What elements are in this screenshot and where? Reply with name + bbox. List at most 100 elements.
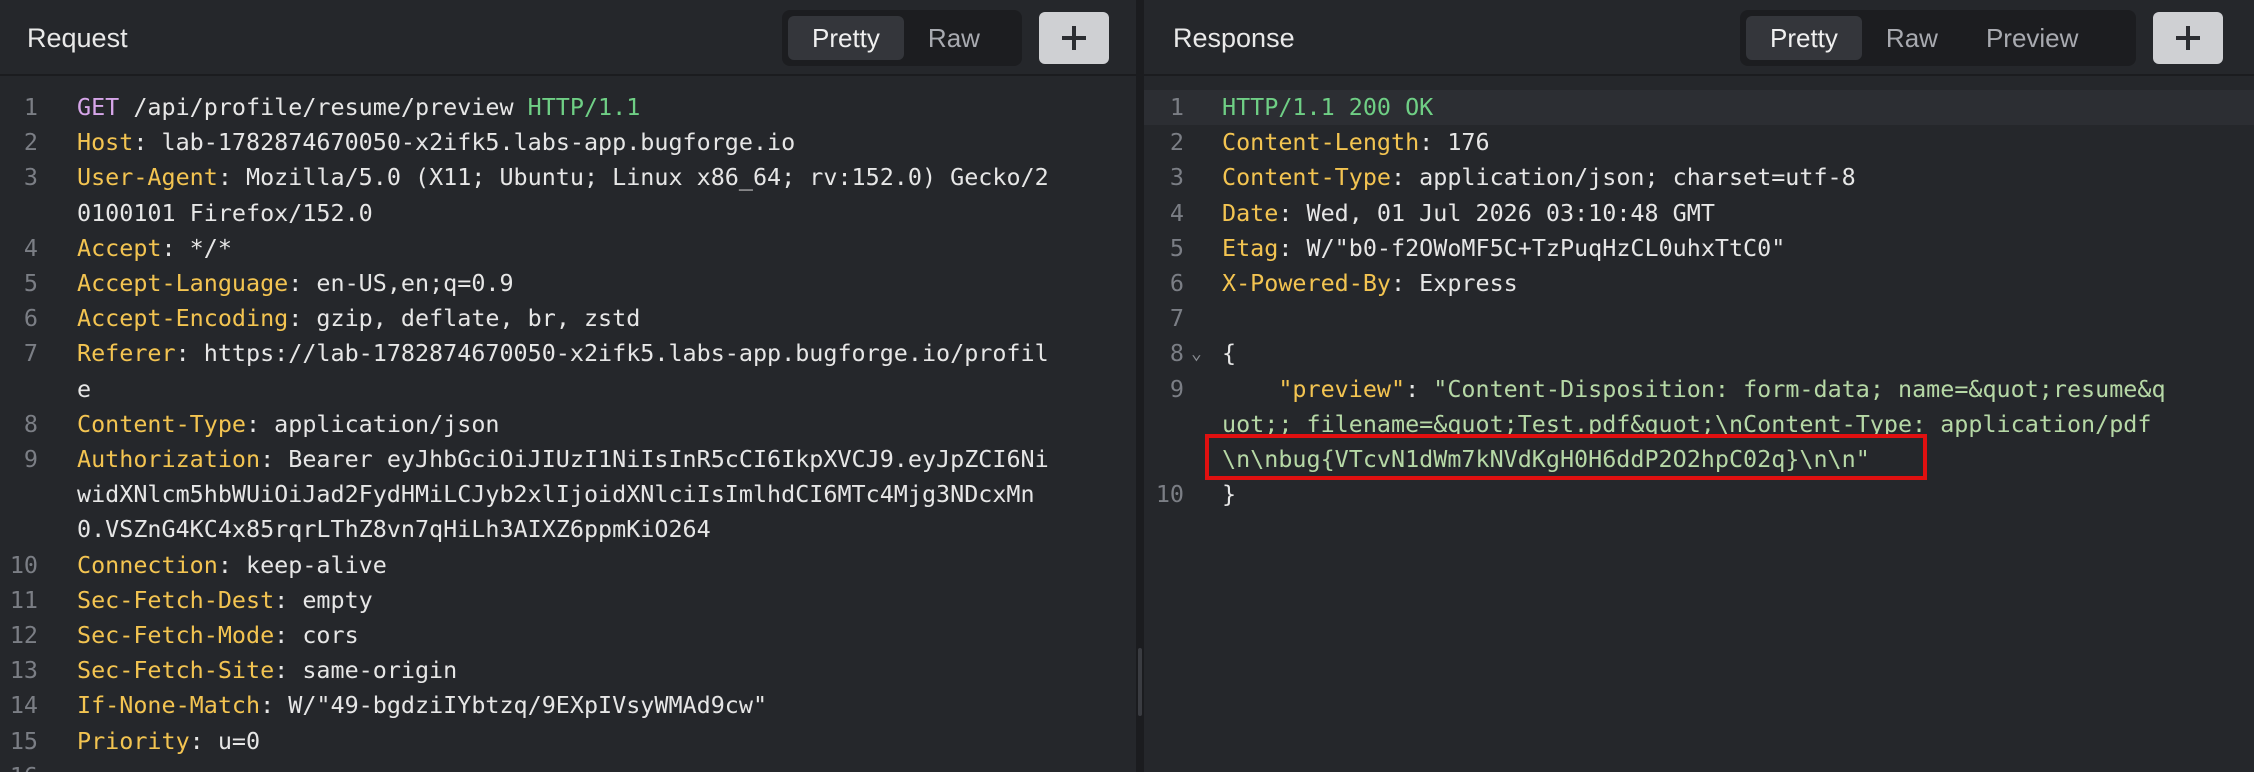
line-number: 11 bbox=[9, 585, 38, 614]
line-number: 9 bbox=[1169, 374, 1184, 403]
code-line: 10 Connection: keep-alive bbox=[0, 548, 1136, 583]
code-text: Content-Length: 176 bbox=[1222, 125, 1490, 160]
line-number: 4 bbox=[23, 233, 38, 262]
code-token: : keep-alive bbox=[217, 550, 387, 579]
line-number: 7 bbox=[23, 339, 38, 368]
code-line: 3 Content-Type: application/json; charset… bbox=[1144, 160, 2254, 195]
code-line: 0.VSZnG4KC4x85rqrLThZ8vn7qHiLh3AIXZ6ppmK… bbox=[0, 512, 1136, 547]
line-number: 15 bbox=[9, 726, 38, 755]
line-number: 7 bbox=[1169, 304, 1184, 333]
code-token: Host bbox=[77, 128, 134, 157]
code-line: widXNlcm5hbWUiOiJad2FydHMiLCJyb2xlIjoidX… bbox=[0, 477, 1136, 512]
code-token: Etag bbox=[1222, 233, 1279, 262]
code-token: /api/profile/resume/preview bbox=[119, 93, 528, 121]
code-token: Authorization bbox=[77, 445, 261, 473]
code-token: : W/"49-bgdziIYbtzq/9EXpIVsyWMAd9cw" bbox=[260, 691, 768, 720]
tab-pretty[interactable]: Pretty bbox=[1746, 16, 1862, 60]
code-token: Sec-Fetch-Mode bbox=[77, 621, 275, 649]
plus-icon bbox=[1062, 26, 1086, 50]
code-line: 16 bbox=[0, 759, 1136, 772]
line-number: 6 bbox=[23, 304, 38, 333]
code-line: 6 Accept-Encoding: gzip, deflate, br, zst… bbox=[0, 301, 1136, 336]
line-number: 5 bbox=[1169, 233, 1184, 262]
response-add-button[interactable] bbox=[2153, 12, 2223, 64]
code-text: { bbox=[1222, 336, 1236, 371]
code-token: e bbox=[77, 374, 92, 403]
code-token: Content-Type bbox=[77, 409, 246, 438]
code-token: Sec-Fetch-Dest bbox=[77, 585, 275, 614]
code-token: User-Agent bbox=[77, 163, 218, 192]
code-line: 5 Etag: W/"b0-f2OWoMF5C+TzPuqHzCL0uhxTtC0… bbox=[1144, 231, 2254, 266]
code-text: Host: lab-1782874670050-x2ifk5.labs-app.… bbox=[77, 125, 795, 160]
code-token: widXNlcm5hbWUiOiJad2FydHMiLCJyb2xlIjoidX… bbox=[77, 480, 1035, 509]
response-view-tabs: Pretty Raw Preview bbox=[1740, 10, 2136, 66]
code-text: Connection: keep-alive bbox=[77, 548, 387, 583]
code-token: 0100101 Firefox/152.0 bbox=[77, 198, 373, 227]
code-token: : Mozilla/5.0 (X11; Ubuntu; Linux x86_64… bbox=[217, 163, 1049, 192]
code-token: Priority bbox=[77, 726, 190, 755]
line-number: 8 bbox=[1169, 339, 1184, 368]
code-line: 4 Accept: */* bbox=[0, 231, 1136, 266]
code-token: Accept bbox=[77, 233, 162, 262]
code-token: : bbox=[1405, 374, 1434, 403]
code-text: Accept: */* bbox=[77, 231, 232, 266]
code-token: } bbox=[1222, 480, 1237, 509]
code-token: "Content-Disposition: form-data; name=&q… bbox=[1433, 374, 2166, 403]
code-text: Etag: W/"b0-f2OWoMF5C+TzPuqHzCL0uhxTtC0" bbox=[1222, 231, 1785, 266]
tab-pretty[interactable]: Pretty bbox=[788, 16, 904, 60]
code-token: Content-Type bbox=[1222, 163, 1391, 192]
code-line: 7 Referer: https://lab-1782874670050-x2if… bbox=[0, 336, 1136, 371]
code-text: Sec-Fetch-Site: same-origin bbox=[77, 653, 457, 688]
code-line: 9 "preview": "Content-Disposition: form-… bbox=[1144, 372, 2254, 407]
code-token: "preview" bbox=[1278, 374, 1406, 403]
code-text: e bbox=[77, 372, 91, 407]
response-title: Response bbox=[1173, 23, 1295, 53]
code-token: If-None-Match bbox=[77, 691, 261, 720]
code-token: Accept-Encoding bbox=[77, 304, 289, 333]
code-text: Content-Type: application/json bbox=[77, 407, 499, 442]
request-header: Request Pretty Raw bbox=[0, 0, 1136, 76]
request-add-button[interactable] bbox=[1039, 12, 1109, 64]
code-token: : application/json; charset=utf-8 bbox=[1391, 163, 1856, 192]
code-token: : */* bbox=[161, 233, 232, 262]
response-editor[interactable]: 1 HTTP/1.1 200 OK 2 Content-Length: 176 3 Con… bbox=[1144, 76, 2254, 772]
code-token: { bbox=[1222, 339, 1237, 368]
code-line: 3 User-Agent: Mozilla/5.0 (X11; Ubuntu; L… bbox=[0, 160, 1136, 195]
tab-raw[interactable]: Raw bbox=[1862, 16, 1962, 60]
tab-raw[interactable]: Raw bbox=[904, 16, 1004, 60]
tab-preview[interactable]: Preview bbox=[1962, 16, 2102, 60]
code-token: 0.VSZnG4KC4x85rqrLThZ8vn7qHiLh3AIXZ6ppmK… bbox=[77, 515, 711, 544]
response-panel: Response Pretty Raw Preview 1 HTTP/1.1 200 … bbox=[1144, 0, 2254, 772]
code-text: Referer: https://lab-1782874670050-x2ifk… bbox=[77, 336, 1049, 371]
code-text: Sec-Fetch-Mode: cors bbox=[77, 618, 359, 653]
line-number: 2 bbox=[23, 128, 38, 157]
line-number: 3 bbox=[1169, 163, 1184, 192]
code-text: Priority: u=0 bbox=[77, 724, 260, 759]
code-line: e bbox=[0, 372, 1136, 407]
code-token: Date bbox=[1222, 198, 1279, 227]
line-number: 9 bbox=[23, 445, 38, 473]
code-line: 9 Authorization: Bearer eyJhbGciOiJIUzI1N… bbox=[0, 442, 1136, 477]
code-token: Accept-Language bbox=[77, 269, 289, 297]
code-token: : empty bbox=[274, 585, 373, 614]
request-view-tabs: Pretty Raw bbox=[782, 10, 1022, 66]
code-line: 4 Date: Wed, 01 Jul 2026 03:10:48 GMT bbox=[1144, 196, 2254, 231]
splitter-handle[interactable] bbox=[1138, 648, 1142, 716]
code-token: : 176 bbox=[1419, 128, 1490, 157]
code-token: : https://lab-1782874670050-x2ifk5.labs-… bbox=[175, 339, 1049, 368]
line-number: 10 bbox=[9, 550, 38, 579]
code-text: Accept-Language: en-US,en;q=0.9 bbox=[77, 266, 514, 301]
line-number: 3 bbox=[23, 163, 38, 192]
line-number: 14 bbox=[9, 691, 38, 720]
code-token: : Express bbox=[1391, 269, 1518, 297]
code-line: 1 GET /api/profile/resume/preview HTTP/1.… bbox=[0, 90, 1136, 125]
code-token: : application/json bbox=[246, 409, 500, 438]
request-editor[interactable]: 1 GET /api/profile/resume/preview HTTP/1.… bbox=[0, 76, 1136, 772]
code-token: : lab-1782874670050-x2ifk5.labs-app.bugf… bbox=[133, 128, 796, 157]
code-token: : Wed, 01 Jul 2026 03:10:48 GMT bbox=[1278, 198, 1715, 227]
code-token: Content-Length bbox=[1222, 128, 1420, 157]
line-number: 1 bbox=[1169, 93, 1184, 121]
fold-chevron-icon[interactable]: ⌄ bbox=[1191, 336, 1202, 371]
code-token: HTTP/1.1 bbox=[527, 93, 641, 121]
request-title: Request bbox=[27, 23, 128, 53]
